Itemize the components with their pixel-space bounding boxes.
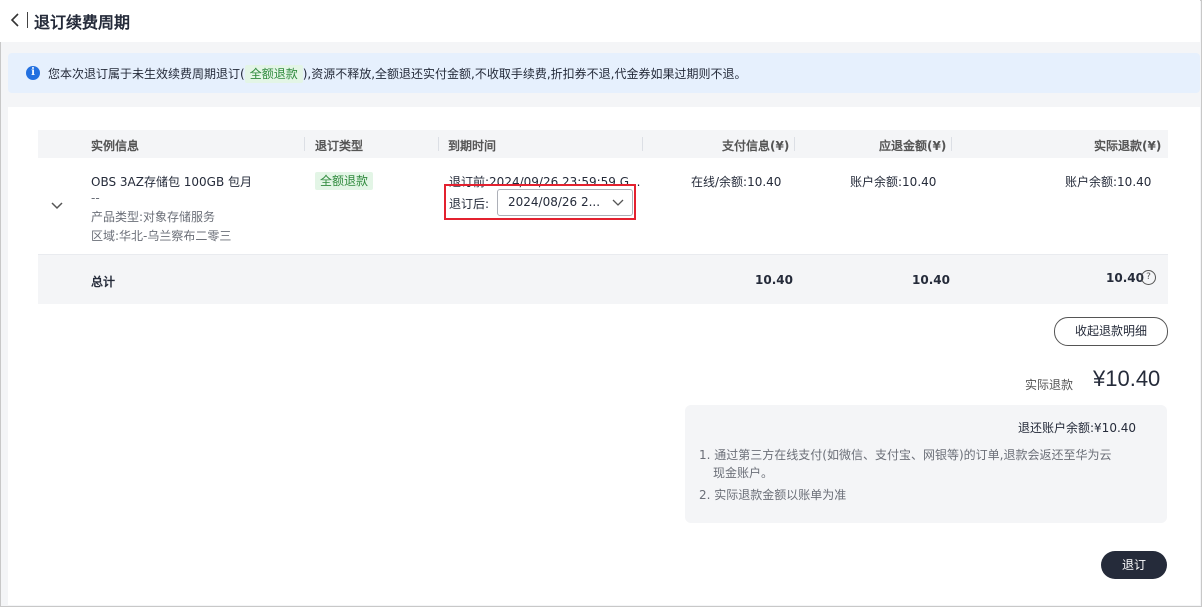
title-divider xyxy=(27,12,28,28)
refund-note-1: 1. 通过第三方在线支付(如微信、支付宝、网银等)的订单,退款会返还至华为云 xyxy=(699,448,1112,462)
refund-type-tag: 全额退款 xyxy=(315,172,374,190)
payment-cell: 在线/余额:10.40 xyxy=(691,175,782,189)
instance-dash: -- xyxy=(91,191,100,205)
region: 区域:华北-乌兰察布二零三 xyxy=(91,229,232,243)
column-expire-time: 到期时间 xyxy=(448,139,497,153)
column-divider xyxy=(794,137,795,151)
column-divider xyxy=(304,137,305,151)
info-icon: i xyxy=(26,66,40,80)
column-divider xyxy=(642,137,643,151)
refund-type-cell: 全额退款 xyxy=(315,172,374,190)
instance-name: OBS 3AZ存储包 100GB 包月 xyxy=(91,175,253,189)
unsubscribe-button[interactable]: 退订 xyxy=(1101,551,1167,579)
product-type: 产品类型:对象存储服务 xyxy=(91,210,216,224)
collapse-detail-button[interactable]: 收起退款明细 xyxy=(1054,317,1168,346)
should-refund-cell: 账户余额:10.40 xyxy=(850,175,937,189)
total-label: 总计 xyxy=(91,275,116,289)
column-refund-type: 退订类型 xyxy=(315,139,364,153)
total-row xyxy=(38,255,1168,304)
column-payment-info: 支付信息(¥) xyxy=(722,139,790,153)
notice-text: 您本次退订属于未生效续费周期退订(全额退款),资源不释放,全额退还实付金额,不收… xyxy=(48,65,746,83)
actual-refund-amount: ¥10.40 xyxy=(1093,366,1161,391)
total-should-refund: 10.40 xyxy=(912,273,950,287)
column-divider xyxy=(951,137,952,151)
notice-text-before: 您本次退订属于未生效续费周期退订( xyxy=(48,67,245,81)
column-actual-refund: 实际退款(¥) xyxy=(1094,139,1162,153)
refund-note-2: 2. 实际退款金额以账单为准 xyxy=(699,488,847,502)
total-payment: 10.40 xyxy=(755,273,793,287)
top-bar: 退订续费周期 xyxy=(0,0,1200,42)
refund-note-1-cont: 现金账户。 xyxy=(713,466,774,480)
highlight-box xyxy=(444,184,636,220)
column-instance-info: 实例信息 xyxy=(91,139,140,153)
notice-text-after: ),资源不释放,全额退还实付金额,不收取手续费,折扣券不退,代金券如果过期则不退… xyxy=(302,67,747,81)
refund-account-line: 退还账户余额:¥10.40 xyxy=(1018,421,1137,435)
full-refund-tag: 全额退款 xyxy=(244,65,303,83)
column-should-refund: 应退金额(¥) xyxy=(879,139,947,153)
actual-refund-cell: 账户余额:10.40 xyxy=(1065,175,1152,189)
total-actual-refund: 10.40 xyxy=(1106,271,1144,285)
table-header: 实例信息 退订类型 到期时间 支付信息(¥) 应退金额(¥) 实际退款(¥) xyxy=(38,130,1168,158)
column-divider xyxy=(438,137,439,151)
back-arrow-icon[interactable] xyxy=(8,11,22,29)
page-title: 退订续费周期 xyxy=(34,13,131,32)
refund-detail-box: 退还账户余额:¥10.40 1. 通过第三方在线支付(如微信、支付宝、网银等)的… xyxy=(685,405,1167,523)
help-icon[interactable]: ? xyxy=(1141,270,1156,285)
expand-row-chevron-icon[interactable] xyxy=(50,199,64,213)
actual-refund-label: 实际退款 xyxy=(1025,378,1074,392)
info-notice: i 您本次退订属于未生效续费周期退订(全额退款),资源不释放,全额退还实付金额,… xyxy=(8,53,1200,93)
